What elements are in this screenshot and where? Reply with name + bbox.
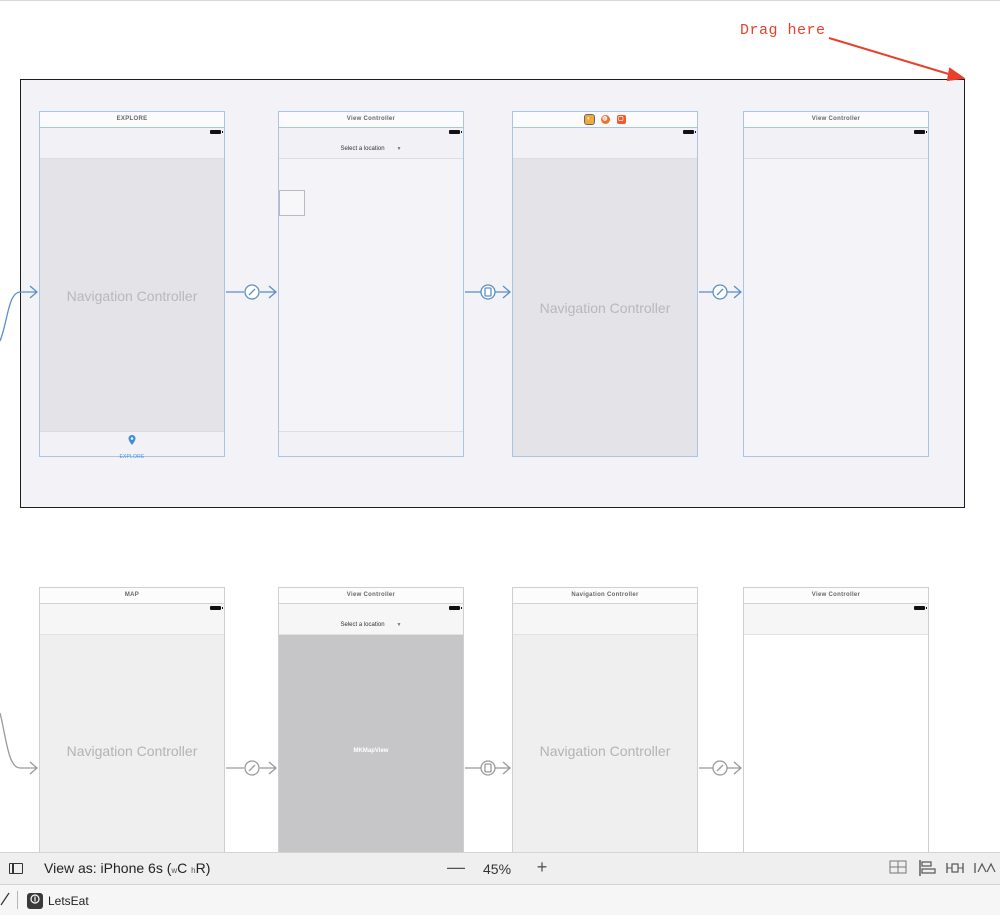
- segue-row2-b: [465, 760, 511, 776]
- scene-navigation-controller-map[interactable]: MAP Navigation Controller: [39, 587, 225, 852]
- navigation-controller-body: Navigation Controller: [40, 635, 224, 852]
- scene-title: View Controller: [744, 112, 928, 128]
- scene-title: Navigation Controller: [513, 588, 697, 604]
- segue-entry-row1: [0, 291, 36, 342]
- scene-navigation-controller-row2[interactable]: Navigation Controller Navigation Control…: [512, 587, 698, 852]
- segue-row1-a: [226, 284, 277, 300]
- tab-bar-label: EXPLORE: [119, 454, 145, 460]
- battery-icon: [683, 130, 696, 134]
- scheme-bar: LetsEat: [0, 884, 1000, 915]
- navigation-controller-body: Navigation Controller: [513, 159, 697, 456]
- nav-title-button[interactable]: Select a location ▼: [279, 622, 463, 628]
- placeholder-view[interactable]: [279, 190, 305, 216]
- scene-title: View Controller: [279, 588, 463, 604]
- view-as-label: View as: iPhone 6s (: [44, 860, 172, 876]
- canvas-status-bar: View as: iPhone 6s (wC hR) — 45% +: [0, 852, 1000, 884]
- zoom-in-button[interactable]: +: [533, 857, 551, 878]
- tab-bar-item[interactable]: EXPLORE: [40, 431, 224, 460]
- map-view[interactable]: MKMapView: [279, 635, 463, 852]
- segue-row2-c: [699, 760, 742, 776]
- segue-row1-c: [699, 284, 742, 300]
- nav-title-label: Select a location: [340, 622, 385, 628]
- navigation-bar: [513, 604, 697, 635]
- scene-title: View Controller: [744, 588, 928, 604]
- navigation-controller-label: Navigation Controller: [539, 742, 671, 759]
- battery-icon: [914, 130, 927, 134]
- align-icon[interactable]: [918, 860, 936, 878]
- app-target-icon[interactable]: [27, 893, 43, 909]
- document-outline-toggle-icon[interactable]: [9, 863, 23, 874]
- navigation-bar: [40, 128, 224, 159]
- nav-title-button[interactable]: Select a location ▼: [279, 146, 463, 152]
- navigation-controller-label: Navigation Controller: [539, 299, 671, 316]
- segue-entry-row2: [0, 712, 36, 769]
- drag-arrow: [828, 37, 966, 82]
- view-as-device-button[interactable]: View as: iPhone 6s (wC hR): [44, 860, 210, 876]
- navigation-bar: Select a location ▼: [279, 128, 463, 159]
- battery-icon: [449, 606, 462, 610]
- navigation-bar: [513, 128, 697, 159]
- scene-title: EXPLORE: [40, 112, 224, 128]
- zoom-out-button[interactable]: —: [447, 857, 465, 878]
- battery-icon: [210, 606, 223, 610]
- scheme-name[interactable]: LetsEat: [48, 894, 89, 908]
- scene-dock: ◐ ◍ ▢: [513, 112, 697, 128]
- chevron-down-icon: ▼: [396, 622, 402, 628]
- storyboard-canvas[interactable]: Drag here EXPLORE Navigation Controller …: [0, 0, 1000, 852]
- update-frames-icon[interactable]: [889, 860, 907, 878]
- navigation-controller-label: Navigation Controller: [66, 742, 198, 759]
- map-view-label: MKMapView: [353, 747, 389, 754]
- navigation-bar: [744, 128, 928, 159]
- scene-view-controller-map[interactable]: View Controller Select a location ▼ MKMap…: [278, 587, 464, 852]
- nav-title-label: Select a location: [340, 146, 385, 152]
- navigation-bar: Select a location ▼: [279, 604, 463, 635]
- zoom-level: 45%: [483, 861, 512, 877]
- scene-view-controller-select-location[interactable]: View Controller Select a location ▼: [278, 111, 464, 457]
- resolve-issues-icon[interactable]: [974, 860, 996, 878]
- navigation-bar: [744, 604, 928, 635]
- size-class-close: ): [205, 860, 211, 876]
- navigation-controller-label: Navigation Controller: [66, 287, 198, 304]
- exit-icon[interactable]: ▢: [616, 115, 626, 124]
- scene-navigation-controller-explore[interactable]: EXPLORE Navigation Controller EXPLORE: [39, 111, 225, 460]
- chevron-down-icon: ▼: [396, 146, 402, 152]
- pin-icon[interactable]: [946, 860, 964, 878]
- battery-icon: [449, 130, 462, 134]
- scene-view-controller-row2[interactable]: View Controller: [743, 587, 929, 852]
- view-controller-icon[interactable]: ◐: [583, 114, 595, 125]
- scene-navigation-controller-2[interactable]: ◐ ◍ ▢ Navigation Controller: [512, 111, 698, 457]
- segue-row2-a: [226, 760, 277, 776]
- debug-arrow-icon[interactable]: [0, 892, 10, 909]
- navigation-controller-body: Navigation Controller: [40, 159, 224, 432]
- navigation-controller-body: Navigation Controller: [513, 635, 697, 852]
- scene-view-controller-4[interactable]: View Controller: [743, 111, 929, 457]
- size-class-c: C: [177, 860, 188, 876]
- battery-icon: [210, 130, 223, 134]
- scheme-separator: [17, 891, 18, 909]
- battery-icon: [914, 606, 927, 610]
- scene-title: MAP: [40, 588, 224, 604]
- navigation-bar: [40, 604, 224, 635]
- segue-row1-b: [465, 284, 511, 300]
- size-class-r: R: [195, 860, 206, 876]
- map-pin-icon: [128, 435, 136, 445]
- first-responder-icon[interactable]: ◍: [600, 115, 610, 124]
- scene-title: View Controller: [279, 112, 463, 128]
- bottom-toolbar: [279, 431, 463, 456]
